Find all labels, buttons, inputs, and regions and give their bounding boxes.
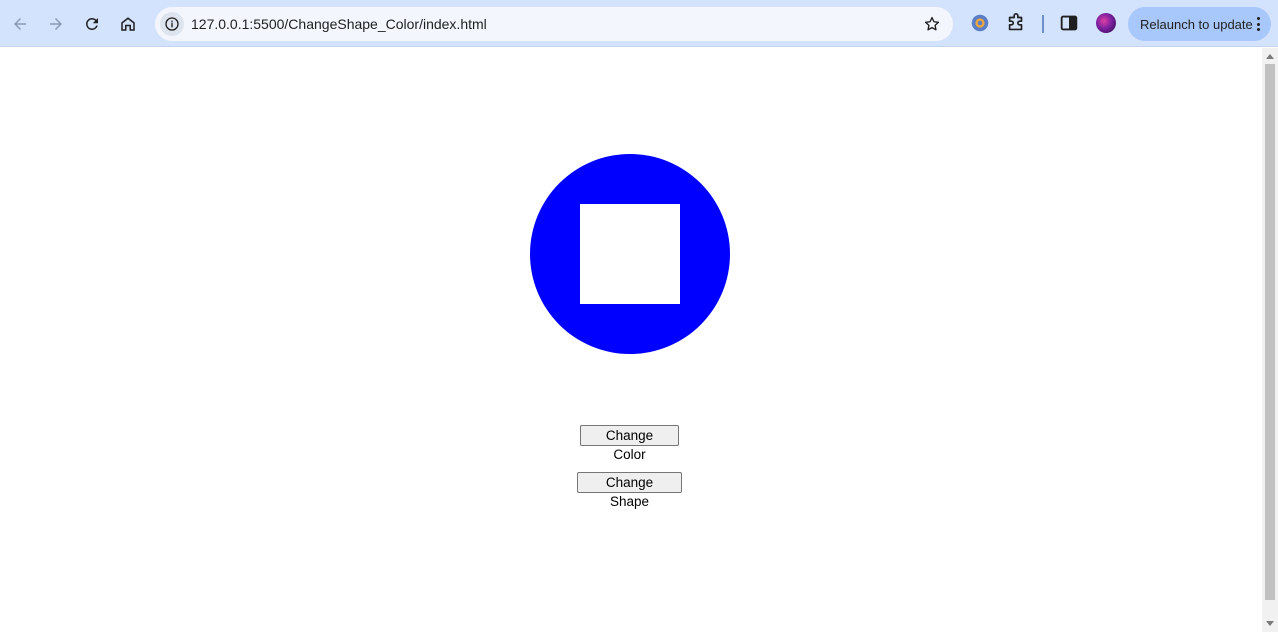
shape-circle [530,154,730,354]
address-bar[interactable]: 127.0.0.1:5500/ChangeShape_Color/index.h… [155,7,953,41]
scroll-up-arrow-icon[interactable] [1266,54,1274,59]
reload-icon [86,18,98,30]
scroll-down-arrow-icon[interactable] [1266,621,1274,626]
scroll-thumb[interactable] [1265,64,1275,600]
arrow-right-icon [50,18,62,30]
site-info-button[interactable] [160,12,184,36]
bookmark-star-icon[interactable] [923,15,941,33]
vertical-scrollbar[interactable] [1262,48,1278,632]
change-shape-button[interactable]: Change Shape [577,472,682,509]
reload-button[interactable] [77,9,107,39]
browser-toolbar: 127.0.0.1:5500/ChangeShape_Color/index.h… [0,0,1278,47]
more-menu-icon[interactable] [1257,17,1261,31]
change-color-button[interactable]: Change Color [580,425,679,462]
profile-avatar[interactable] [1096,13,1116,33]
relaunch-label: Relaunch to update [1140,17,1253,32]
extension-logo-icon[interactable] [969,12,991,34]
url-text[interactable]: 127.0.0.1:5500/ChangeShape_Color/index.h… [191,16,487,32]
extensions-puzzle-icon[interactable] [1005,12,1027,34]
home-icon [121,17,135,31]
back-button[interactable] [5,9,35,39]
info-icon [165,17,179,31]
home-button[interactable] [113,9,143,39]
toolbar-divider [1042,15,1044,33]
shape-inner-square [580,204,680,304]
arrow-left-icon [14,18,26,30]
side-panel-icon[interactable] [1058,12,1080,34]
relaunch-button[interactable]: Relaunch to update [1128,7,1271,41]
forward-button[interactable] [41,9,71,39]
